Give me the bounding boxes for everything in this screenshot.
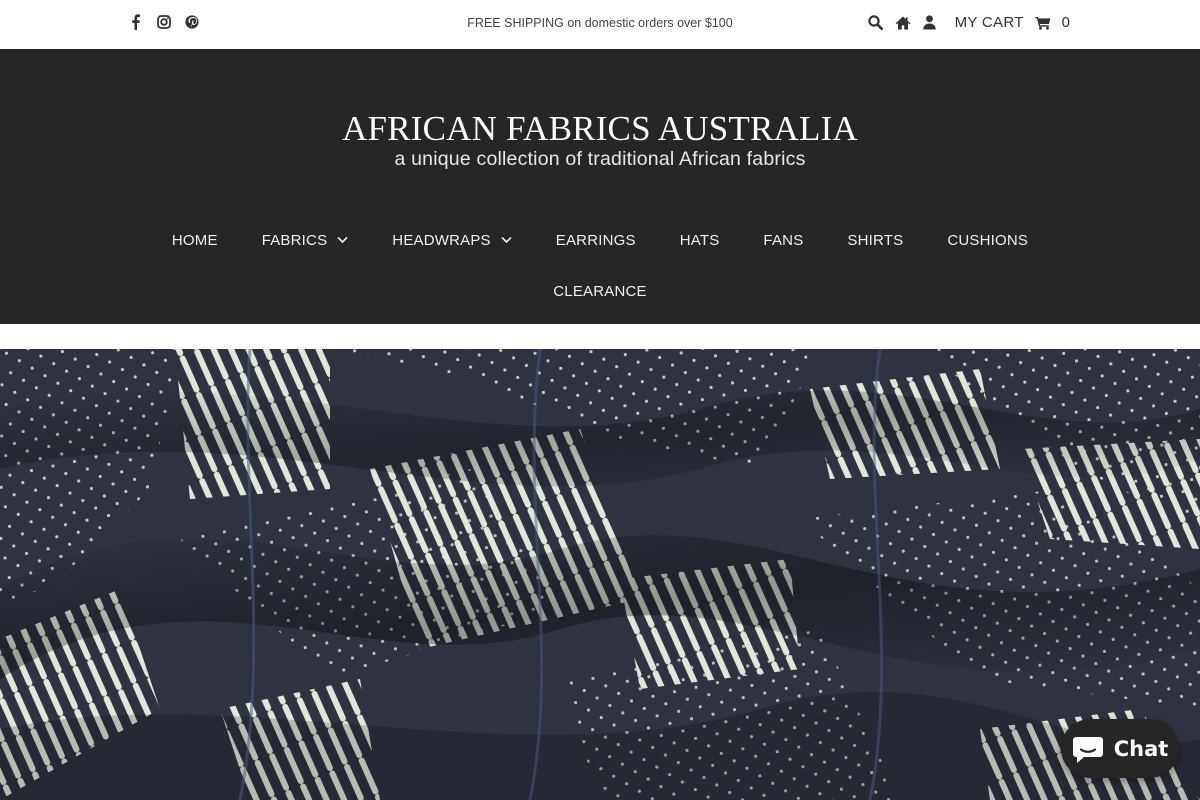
cart-link[interactable]: MY CART [955, 14, 1024, 31]
cart-count: 0 [1061, 14, 1070, 31]
nav-item-label: HOME [171, 231, 218, 249]
nav-item-label: CUSHIONS [947, 231, 1029, 249]
nav-item-label: HEADWRAPS [392, 231, 491, 249]
nav-item-shirts[interactable]: SHIRTS [847, 232, 903, 249]
main-nav: HOME FABRICS HEADWRAPS EARRINGS HATS FAN… [0, 225, 1200, 255]
hero-fabric-image [0, 349, 1200, 800]
nav-item-fabrics[interactable]: FABRICS [262, 232, 349, 249]
chat-button[interactable]: Chat [1061, 719, 1179, 778]
hero-banner[interactable] [0, 349, 1200, 800]
site-header: AFRICAN FABRICS AUSTRALIA a unique colle… [0, 49, 1200, 324]
nav-item-headwraps[interactable]: HEADWRAPS [392, 231, 512, 249]
chat-label: Chat [1113, 736, 1169, 761]
logo-tagline: a unique collection of traditional Afric… [394, 148, 806, 170]
nav-item-label: FANS [763, 231, 804, 249]
account-icon[interactable] [922, 15, 938, 31]
nav-item-label: FABRICS [261, 231, 328, 249]
site-logo[interactable]: AFRICAN FABRICS AUSTRALIA a unique colle… [0, 111, 1200, 171]
nav-item-label: SHIRTS [847, 231, 904, 249]
search-icon[interactable] [868, 15, 884, 31]
nav-item-earrings[interactable]: EARRINGS [556, 232, 636, 249]
nav-item-label: EARRINGS [555, 231, 636, 249]
logo-title: AFRICAN FABRICS AUSTRALIA [342, 109, 858, 148]
nav-item-hats[interactable]: HATS [680, 232, 720, 249]
nav-row-2: CLEARANCE [0, 281, 1200, 300]
header-tools: MY CART 0 [868, 14, 1070, 31]
chevron-down-icon [501, 236, 512, 244]
top-bar: FREE SHIPPING on domestic orders over $1… [0, 0, 1200, 49]
cart-icon[interactable] [1034, 15, 1051, 31]
nav-item-home[interactable]: HOME [172, 232, 218, 249]
home-icon[interactable] [895, 15, 911, 31]
chat-bubble-icon [1072, 736, 1103, 763]
nav-item-cushions[interactable]: CUSHIONS [947, 232, 1028, 249]
nav-item-label: HATS [679, 231, 720, 249]
chevron-down-icon [337, 236, 348, 244]
nav-item-fans[interactable]: FANS [763, 232, 803, 249]
nav-item-clearance[interactable]: CLEARANCE [553, 283, 647, 300]
